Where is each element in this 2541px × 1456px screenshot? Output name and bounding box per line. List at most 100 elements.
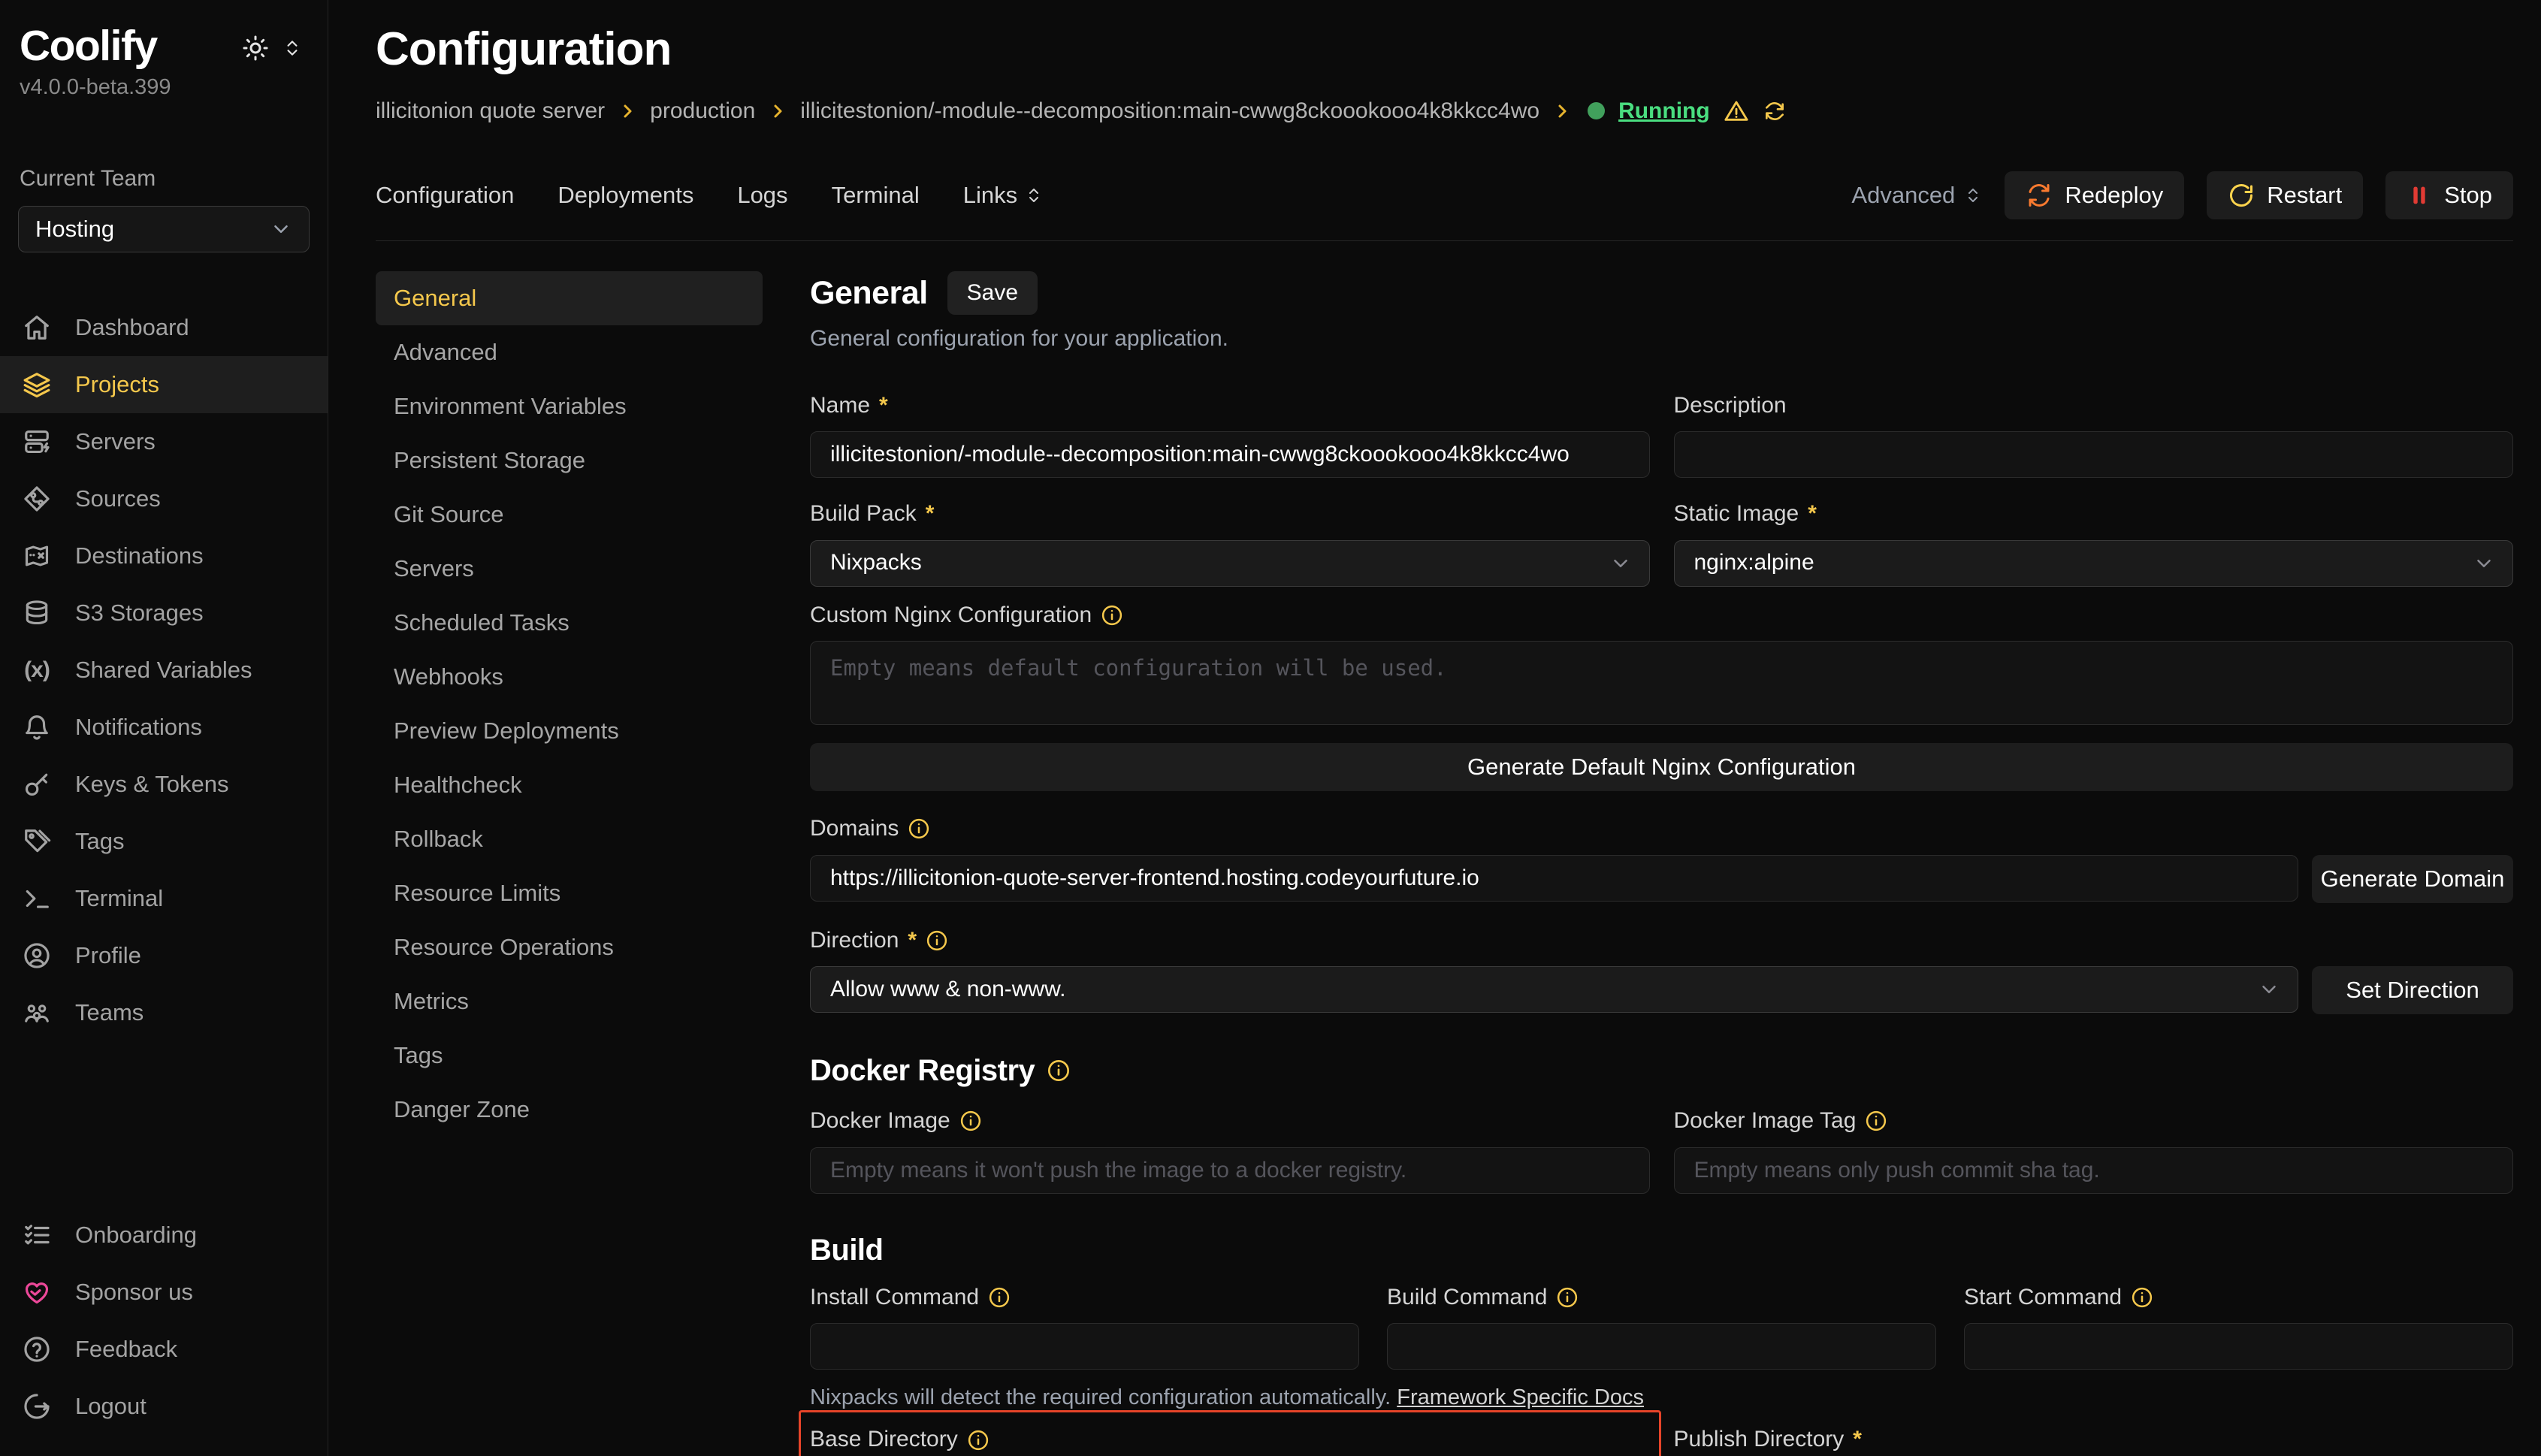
app-tabs: Configuration Deployments Logs Terminal …: [376, 171, 2513, 219]
subnav-item-tags[interactable]: Tags: [376, 1029, 763, 1083]
subnav-item-persistent-storage[interactable]: Persistent Storage: [376, 433, 763, 488]
name-label: Name *: [810, 391, 1650, 421]
map-icon: [21, 542, 53, 570]
breadcrumb-environment[interactable]: production: [650, 96, 755, 127]
general-form: General Save General configuration for y…: [810, 271, 2513, 1456]
info-icon[interactable]: [1047, 1059, 1071, 1083]
restart-button[interactable]: Restart: [2207, 171, 2363, 219]
sidebar-item-servers[interactable]: Servers: [0, 413, 328, 470]
info-icon[interactable]: [926, 929, 948, 952]
sidebar-item-keys-tokens[interactable]: Keys & Tokens: [0, 756, 328, 813]
subnav-item-danger-zone[interactable]: Danger Zone: [376, 1083, 763, 1137]
main-area: Configuration illicitonion quote server …: [328, 0, 2541, 1456]
tab-configuration[interactable]: Configuration: [376, 180, 514, 211]
info-icon[interactable]: [908, 817, 930, 840]
direction-select[interactable]: Allow www & non-www.: [810, 966, 2298, 1013]
chevron-down-icon: [2258, 978, 2280, 1001]
nginx-config-label: Custom Nginx Configuration: [810, 600, 2513, 631]
sidebar-item-tags[interactable]: Tags: [0, 813, 328, 870]
sidebar-item-shared-variables[interactable]: (x) Shared Variables: [0, 642, 328, 699]
app-version: v4.0.0-beta.399: [0, 73, 328, 102]
current-team-label: Current Team: [0, 164, 328, 195]
stop-button[interactable]: Stop: [2385, 171, 2513, 219]
chevron-down-icon: [270, 218, 292, 240]
sidebar-item-destinations[interactable]: Destinations: [0, 527, 328, 585]
build-pack-select[interactable]: Nixpacks: [810, 540, 1650, 587]
tab-logs[interactable]: Logs: [737, 180, 787, 211]
subnav-item-resource-operations[interactable]: Resource Operations: [376, 920, 763, 974]
docker-image-input[interactable]: [810, 1147, 1650, 1194]
base-directory-label: Base Directory: [810, 1424, 1650, 1455]
subnav-item-environment-variables[interactable]: Environment Variables: [376, 379, 763, 433]
sidebar-item-notifications[interactable]: Notifications: [0, 699, 328, 756]
info-icon[interactable]: [959, 1110, 982, 1132]
subnav-item-advanced[interactable]: Advanced: [376, 325, 763, 379]
info-icon[interactable]: [1865, 1110, 1887, 1132]
status-link[interactable]: Running: [1618, 96, 1710, 127]
theme-toggle-sun-icon[interactable]: [242, 35, 269, 62]
subnav-item-healthcheck[interactable]: Healthcheck: [376, 758, 763, 812]
chevrons-up-down-icon: [1025, 186, 1043, 204]
git-source-icon: [21, 485, 53, 513]
sidebar-item-feedback[interactable]: Feedback: [0, 1321, 328, 1378]
subnav-item-preview-deployments[interactable]: Preview Deployments: [376, 704, 763, 758]
build-command-label: Build Command: [1387, 1282, 1936, 1313]
tab-deployments[interactable]: Deployments: [557, 180, 693, 211]
sidebar-item-terminal[interactable]: Terminal: [0, 870, 328, 927]
info-icon[interactable]: [988, 1286, 1011, 1309]
heart-icon: [21, 1278, 53, 1306]
save-button[interactable]: Save: [947, 271, 1038, 315]
sidebar-item-s3-storages[interactable]: S3 Storages: [0, 585, 328, 642]
docker-image-tag-input[interactable]: [1674, 1147, 2514, 1194]
build-command-input[interactable]: [1387, 1323, 1936, 1370]
subnav-item-git-source[interactable]: Git Source: [376, 488, 763, 542]
warning-triangle-icon[interactable]: [1724, 98, 1749, 124]
advanced-dropdown[interactable]: Advanced: [1851, 180, 1982, 211]
redeploy-button[interactable]: Redeploy: [2005, 171, 2184, 219]
sidebar-item-sources[interactable]: Sources: [0, 470, 328, 527]
nginx-config-textarea[interactable]: [810, 641, 2513, 725]
home-icon: [21, 313, 53, 342]
set-direction-button[interactable]: Set Direction: [2312, 966, 2513, 1014]
sidebar-item-teams[interactable]: Teams: [0, 984, 328, 1041]
info-icon[interactable]: [1556, 1286, 1579, 1309]
team-select[interactable]: Hosting: [18, 206, 310, 252]
sidebar-item-sponsor[interactable]: Sponsor us: [0, 1264, 328, 1321]
refresh-icon[interactable]: [1763, 99, 1787, 123]
sidebar-item-projects[interactable]: Projects: [0, 356, 328, 413]
tab-terminal[interactable]: Terminal: [832, 180, 920, 211]
nixpacks-note: Nixpacks will detect the required config…: [810, 1383, 2513, 1412]
layers-icon: [21, 370, 53, 399]
generate-domain-button[interactable]: Generate Domain: [2312, 855, 2513, 903]
tab-links[interactable]: Links: [963, 180, 1043, 211]
required-marker: *: [1853, 1424, 1862, 1455]
subnav-item-scheduled-tasks[interactable]: Scheduled Tasks: [376, 596, 763, 650]
framework-docs-link[interactable]: Framework Specific Docs: [1397, 1385, 1644, 1409]
subnav-item-servers[interactable]: Servers: [376, 542, 763, 596]
static-image-select[interactable]: nginx:alpine: [1674, 540, 2514, 587]
start-command-input[interactable]: [1964, 1323, 2513, 1370]
sidebar-item-dashboard[interactable]: Dashboard: [0, 299, 328, 356]
restart-icon: [2228, 182, 2255, 209]
domains-input[interactable]: [810, 855, 2298, 902]
name-input[interactable]: [810, 431, 1650, 478]
generate-nginx-button[interactable]: Generate Default Nginx Configuration: [810, 743, 2513, 791]
info-icon[interactable]: [967, 1429, 990, 1451]
app-logo[interactable]: Coolify: [20, 23, 157, 70]
tag-icon: [21, 827, 53, 856]
subnav-item-general[interactable]: General: [376, 271, 763, 325]
subnav-item-resource-limits[interactable]: Resource Limits: [376, 866, 763, 920]
info-icon[interactable]: [2131, 1286, 2153, 1309]
subnav-item-webhooks[interactable]: Webhooks: [376, 650, 763, 704]
instance-switcher-chevrons-icon[interactable]: [283, 38, 302, 58]
info-icon[interactable]: [1101, 604, 1123, 627]
subnav-item-rollback[interactable]: Rollback: [376, 812, 763, 866]
description-input[interactable]: [1674, 431, 2514, 478]
subnav-item-metrics[interactable]: Metrics: [376, 974, 763, 1029]
sidebar-item-profile[interactable]: Profile: [0, 927, 328, 984]
breadcrumb-project[interactable]: illicitonion quote server: [376, 96, 605, 127]
sidebar-item-logout[interactable]: Logout: [0, 1378, 328, 1435]
install-command-input[interactable]: [810, 1323, 1359, 1370]
breadcrumb-application[interactable]: illicitestonion/-module--decomposition:m…: [800, 96, 1539, 127]
sidebar-item-onboarding[interactable]: Onboarding: [0, 1207, 328, 1264]
